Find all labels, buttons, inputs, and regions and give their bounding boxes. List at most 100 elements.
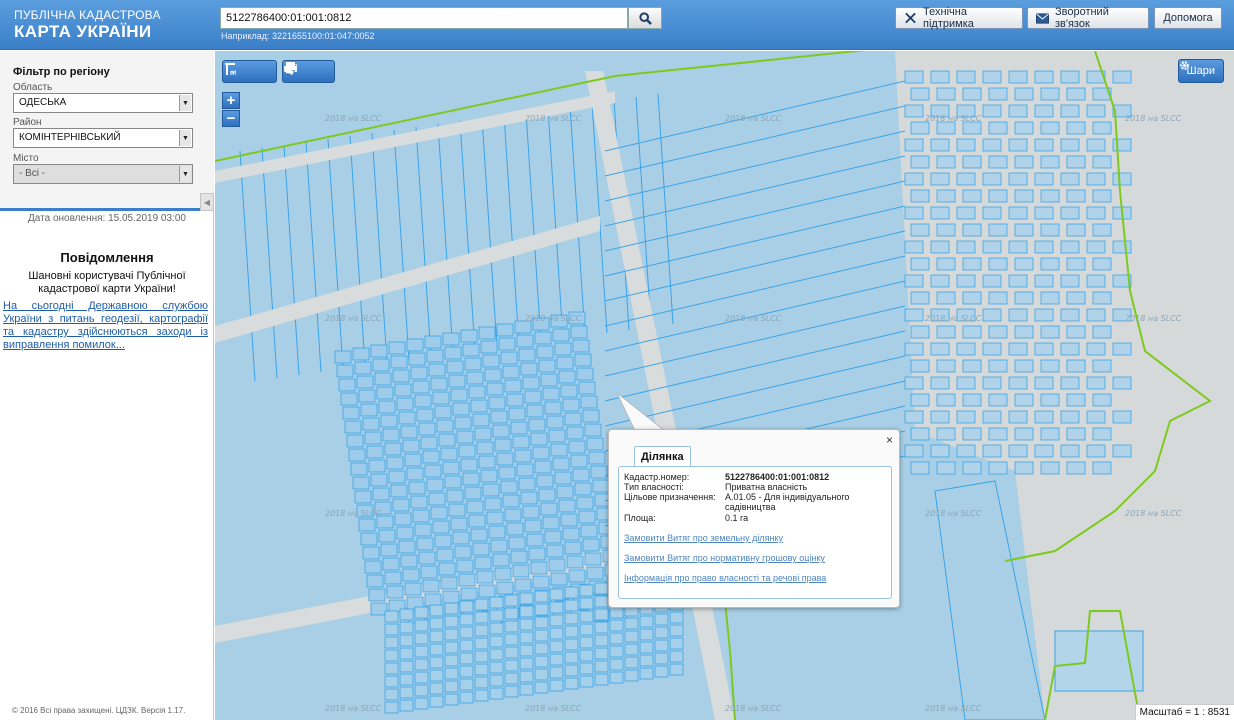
small-parcel (424, 464, 442, 478)
site-logo[interactable]: ПУБЛІЧНА КАДАСТРОВА КАРТА УКРАЇНИ (14, 9, 161, 40)
update-date: Дата оновлення: 15.05.2019 03:00 (28, 213, 186, 224)
small-parcel (508, 536, 526, 550)
house-parcel (936, 461, 956, 475)
header-bar: ПУБЛІЧНА КАДАСТРОВА КАРТА УКРАЇНИ Наприк… (0, 0, 1234, 50)
row-key: Площа: (624, 513, 656, 523)
house-parcel (904, 444, 924, 458)
small-parcel (554, 471, 572, 485)
small-parcel (669, 624, 684, 637)
technical-support-button[interactable]: Технічна підтримка (895, 6, 1023, 30)
small-parcel (442, 590, 460, 604)
watermark-text: 2018 на SLCC (925, 509, 982, 518)
small-parcel (489, 661, 504, 674)
house-parcel (1008, 240, 1028, 254)
small-parcel (432, 391, 450, 405)
house-parcel (1008, 104, 1028, 118)
small-parcel (586, 437, 604, 451)
small-parcel (519, 657, 534, 670)
order-parcel-extract-link[interactable]: Замовити Витяг про земельну ділянку (624, 533, 783, 543)
small-parcel (414, 684, 429, 697)
house-parcel (1008, 308, 1028, 322)
small-parcel (398, 540, 416, 554)
row-value: 5122786400:01:001:0812 (725, 472, 830, 482)
tab-parcel[interactable]: Ділянка (634, 446, 691, 467)
small-parcel (530, 432, 548, 446)
measure-tool-group: M M² (222, 60, 277, 83)
small-parcel (384, 688, 399, 701)
house-parcel (1034, 410, 1054, 424)
small-parcel (352, 347, 370, 361)
small-parcel (382, 557, 400, 571)
small-parcel (362, 417, 380, 431)
house-parcel (982, 342, 1002, 356)
house-parcel (956, 410, 976, 424)
small-parcel (474, 598, 489, 611)
small-parcel (504, 646, 519, 659)
house-parcel (1034, 70, 1054, 84)
small-parcel (402, 568, 420, 582)
district-select[interactable]: КОМІНТЕРНІВСЬКИЙ ▼ (13, 128, 193, 148)
house-parcel (1086, 206, 1106, 220)
cadastral-map[interactable]: 2018 на SLCC 2018 на SLCC 2018 на SLCC 2018… (215, 51, 1234, 720)
zoom-out-button[interactable]: − (222, 110, 240, 127)
small-parcel (388, 341, 406, 355)
small-parcel (424, 335, 442, 349)
small-parcel (624, 669, 639, 682)
small-parcel (594, 621, 609, 634)
order-valuation-extract-link[interactable]: Замовити Витяг про нормативну грошову оц… (624, 553, 825, 563)
small-parcel (459, 678, 474, 691)
small-parcel (510, 421, 528, 435)
collapse-sidebar-button[interactable]: ◀ (200, 193, 214, 211)
small-parcel (474, 427, 492, 441)
house-parcel (1040, 155, 1060, 169)
small-parcel (399, 686, 414, 699)
small-parcel (540, 502, 558, 516)
small-parcel (534, 603, 549, 616)
house-parcel (1112, 342, 1132, 356)
small-parcel (570, 325, 588, 339)
small-parcel (564, 541, 582, 555)
small-parcel (370, 473, 388, 487)
small-parcel (562, 527, 580, 541)
house-parcel (1008, 376, 1028, 390)
area-measure-icon[interactable]: M² (225, 61, 269, 82)
city-select[interactable]: - Всі - ▼ (13, 164, 193, 184)
notice-link[interactable]: На сьогодні Державною службою України з … (3, 300, 208, 352)
small-parcel (504, 607, 519, 620)
watermark-text: 2018 на SLCC (325, 114, 382, 123)
ownership-info-link[interactable]: Інформація про право власності та речові… (624, 573, 826, 583)
region-select[interactable]: ОДЕСЬКА ▼ (13, 93, 193, 113)
house-parcel (1008, 206, 1028, 220)
small-parcel (460, 458, 478, 472)
cadastral-search-input[interactable] (220, 7, 628, 29)
small-parcel (504, 633, 519, 646)
small-parcel (452, 531, 470, 545)
house-parcel (988, 223, 1008, 237)
house-parcel (956, 138, 976, 152)
layers-button[interactable]: Шари (1177, 59, 1224, 83)
small-parcel (399, 621, 414, 634)
small-parcel (586, 566, 604, 580)
small-parcel (366, 574, 384, 588)
identify-icon[interactable]: ? (286, 61, 329, 82)
house-parcel (962, 325, 982, 339)
house-parcel (1014, 223, 1034, 237)
feedback-button[interactable]: Зворотний зв'язок (1027, 6, 1149, 30)
small-parcel (460, 587, 478, 601)
map-canvas[interactable]: 2018 на SLCC 2018 на SLCC 2018 на SLCC 2018… (215, 51, 1234, 720)
help-button[interactable]: Допомога (1154, 7, 1222, 29)
house-parcel (1086, 342, 1106, 356)
house-parcel (1008, 70, 1028, 84)
zoom-in-button[interactable]: + (222, 92, 240, 109)
small-parcel (489, 596, 504, 609)
small-parcel (464, 357, 482, 371)
close-icon[interactable]: × (886, 433, 893, 447)
small-parcel (488, 525, 506, 539)
house-parcel (1008, 274, 1028, 288)
house-parcel (910, 87, 930, 101)
search-button[interactable] (628, 7, 662, 29)
small-parcel (494, 438, 512, 452)
small-parcel (566, 555, 584, 569)
small-parcel (564, 599, 579, 612)
house-parcel (1034, 206, 1054, 220)
